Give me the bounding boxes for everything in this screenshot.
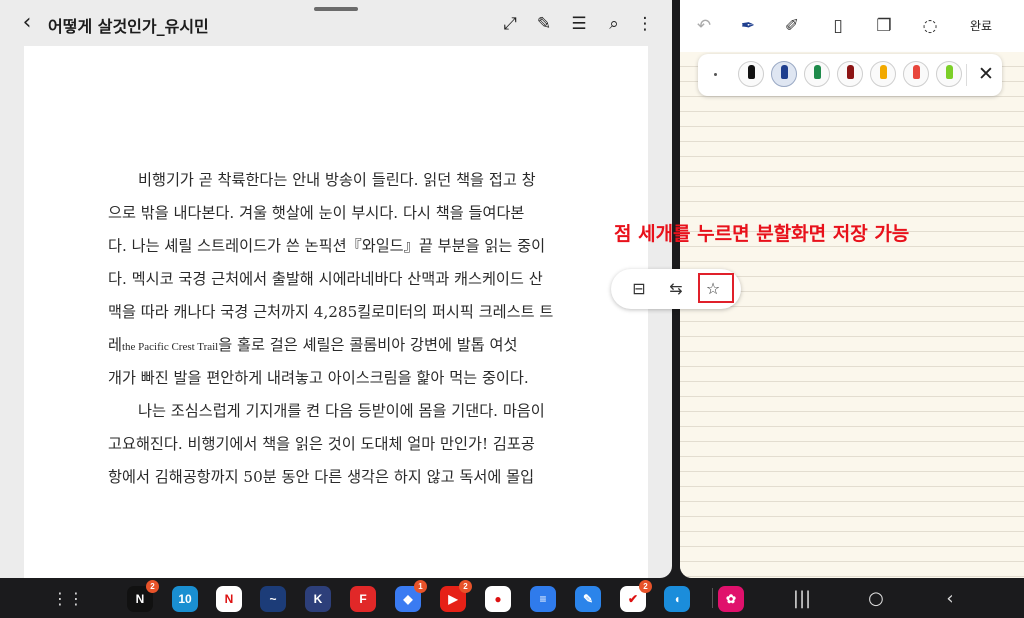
text-line: 비행기가 곧 착륙한다는 안내 방송이 들린다. 읽던 책을 접고 창	[138, 171, 536, 189]
edit-icon[interactable]: ✎	[532, 12, 556, 36]
eraser-icon[interactable]: ▯	[826, 14, 850, 38]
text-span: 레	[108, 336, 122, 354]
text-line: 으로 밖을 내다본다. 겨울 햇살에 눈이 부시다. 다시 책을 들여다본	[108, 204, 525, 222]
text-line: 나는 조심스럽게 기지개를 켠 다음 등받이에 몸을 기댄다. 마음이	[138, 402, 545, 420]
app-drawer-icon[interactable]: ⋮⋮	[52, 587, 84, 611]
pen-icon[interactable]: ✒	[736, 14, 760, 38]
app-netflix-icon[interactable]: N2	[127, 580, 159, 612]
highlight-box	[698, 273, 734, 303]
recents-icon[interactable]: |||	[790, 587, 814, 611]
highlighter-icon[interactable]: ✐	[780, 14, 804, 38]
notification-badge: 2	[146, 580, 159, 593]
note-canvas[interactable]	[680, 52, 1024, 578]
close-icon[interactable]: ✕	[974, 62, 998, 86]
app-waves-icon[interactable]: ~	[260, 586, 286, 612]
pen-color-picker: ✕	[698, 54, 1002, 96]
text-line: 항에서 김해공항까지 50분 동안 다른 생각은 하지 않고 독서에 몰입	[108, 468, 535, 486]
book-title: 어떻게 살것인가_유시민	[48, 17, 209, 36]
app-flower-app-icon[interactable]: ✿	[718, 586, 744, 612]
notification-badge: 2	[639, 580, 652, 593]
pen-green[interactable]	[804, 61, 830, 87]
annotation-text: 점 세개를 누르면 분할화면 저장 가능	[614, 223, 910, 245]
reader-panel: ‹ 어떻게 살것인가_유시민 ⤢ ✎ ☰ ⌕ ⋮ 비행기가 곧 착륙한다는 안내…	[0, 0, 672, 578]
pen-red[interactable]	[837, 61, 863, 87]
page-text: 비행기가 곧 착륙한다는 안내 방송이 들린다. 읽던 책을 접고 창 으로 밖…	[108, 164, 606, 494]
window-drag-handle[interactable]	[314, 7, 358, 11]
swap-icon[interactable]: ⇆	[664, 277, 688, 301]
home-icon[interactable]: ○	[864, 587, 888, 611]
app-todo-icon[interactable]: ✔ 2	[620, 580, 652, 612]
english-term: the Pacific Crest Trail	[121, 341, 219, 353]
text-line: 고요해진다. 비행기에서 책을 읽은 것이 도대체 얼마 만인가! 김포공	[108, 435, 535, 453]
memo-icon[interactable]: ☰	[567, 12, 591, 36]
text-line: 개가 빠진 발을 편안하게 내려놓고 아이스크림을 핥아 먹는 중이다.	[108, 369, 529, 387]
app-notion-icon[interactable]: N	[216, 586, 242, 612]
text-line: 레the Pacific Crest Trail을 홀로 걸은 셰릴은 콜롬비아…	[108, 329, 606, 362]
pen-tip-icon	[847, 65, 854, 79]
pen-black[interactable]	[738, 61, 764, 87]
back-icon[interactable]: ‹	[938, 587, 962, 611]
divider	[712, 588, 713, 608]
expand-icon[interactable]: ⤢	[498, 12, 522, 36]
back-arrow-icon[interactable]: ‹	[14, 10, 40, 36]
notification-badge: 1	[414, 580, 427, 593]
text-line: 다. 멕시코 국경 근처에서 출발해 시에라네바다 산맥과 캐스케이드 산	[108, 270, 543, 288]
shapes-icon[interactable]: ❐	[872, 14, 896, 38]
app-youtube-music-icon[interactable]: ●	[485, 586, 511, 612]
pen-tip-icon	[880, 65, 887, 79]
divider	[966, 64, 967, 86]
taskbar: ⋮⋮ N 2 10 N ~ K F ◆ 1 ▶ 2 ● ≡ ✎ ✔ 2 ◖ ✿ ||| ○ ‹	[0, 578, 1024, 618]
pen-lime[interactable]	[936, 61, 962, 87]
pen-size-dot[interactable]	[714, 73, 717, 76]
more-icon[interactable]: ⋮	[633, 12, 657, 36]
split-view-icon[interactable]: ⊟	[627, 277, 651, 301]
pen-coral[interactable]	[903, 61, 929, 87]
text-line: 다. 나는 셰릴 스트레이드가 쓴 논픽션『와일드』끝 부분을 읽는 중이	[108, 237, 546, 255]
pen-tip-icon	[913, 65, 920, 79]
notes-toolbar: ↶ ✒ ✐ ▯ ❐ ◌ 완료	[680, 0, 1024, 52]
search-icon[interactable]: ⌕	[602, 12, 626, 36]
pen-tip-icon	[814, 65, 821, 79]
pen-navy-selected[interactable]	[771, 61, 797, 87]
app-pen-app-icon[interactable]: ✎	[575, 586, 601, 612]
app-kyobo-ebook-icon[interactable]: K	[305, 586, 331, 612]
app-docs-icon[interactable]: ≡	[530, 586, 556, 612]
pen-tip-icon	[946, 65, 953, 79]
pen-tip-icon	[748, 65, 755, 79]
app-box-app-icon[interactable]: ◆ 1	[395, 580, 427, 612]
undo-icon[interactable]: ↶	[692, 14, 716, 38]
app-youtube-icon[interactable]: ▶ 2	[440, 580, 472, 612]
done-button[interactable]: 완료	[970, 17, 992, 34]
lasso-icon[interactable]: ◌	[918, 14, 942, 38]
pen-tip-icon	[781, 65, 788, 79]
text-span: 을 홀로 걸은 셰릴은 콜롬비아 강변에 발톱 여섯	[218, 336, 518, 354]
text-line: 맥을 따라 캐나다 국경 근처까지 4,285킬로미터의 퍼시픽 크레스트 트	[108, 303, 554, 321]
notification-badge: 2	[459, 580, 472, 593]
app-flipboard-icon[interactable]: F	[350, 586, 376, 612]
pen-yellow[interactable]	[870, 61, 896, 87]
app-calendar-icon[interactable]: 10	[172, 586, 198, 612]
app-tutoring-icon[interactable]: ◖	[664, 586, 690, 612]
